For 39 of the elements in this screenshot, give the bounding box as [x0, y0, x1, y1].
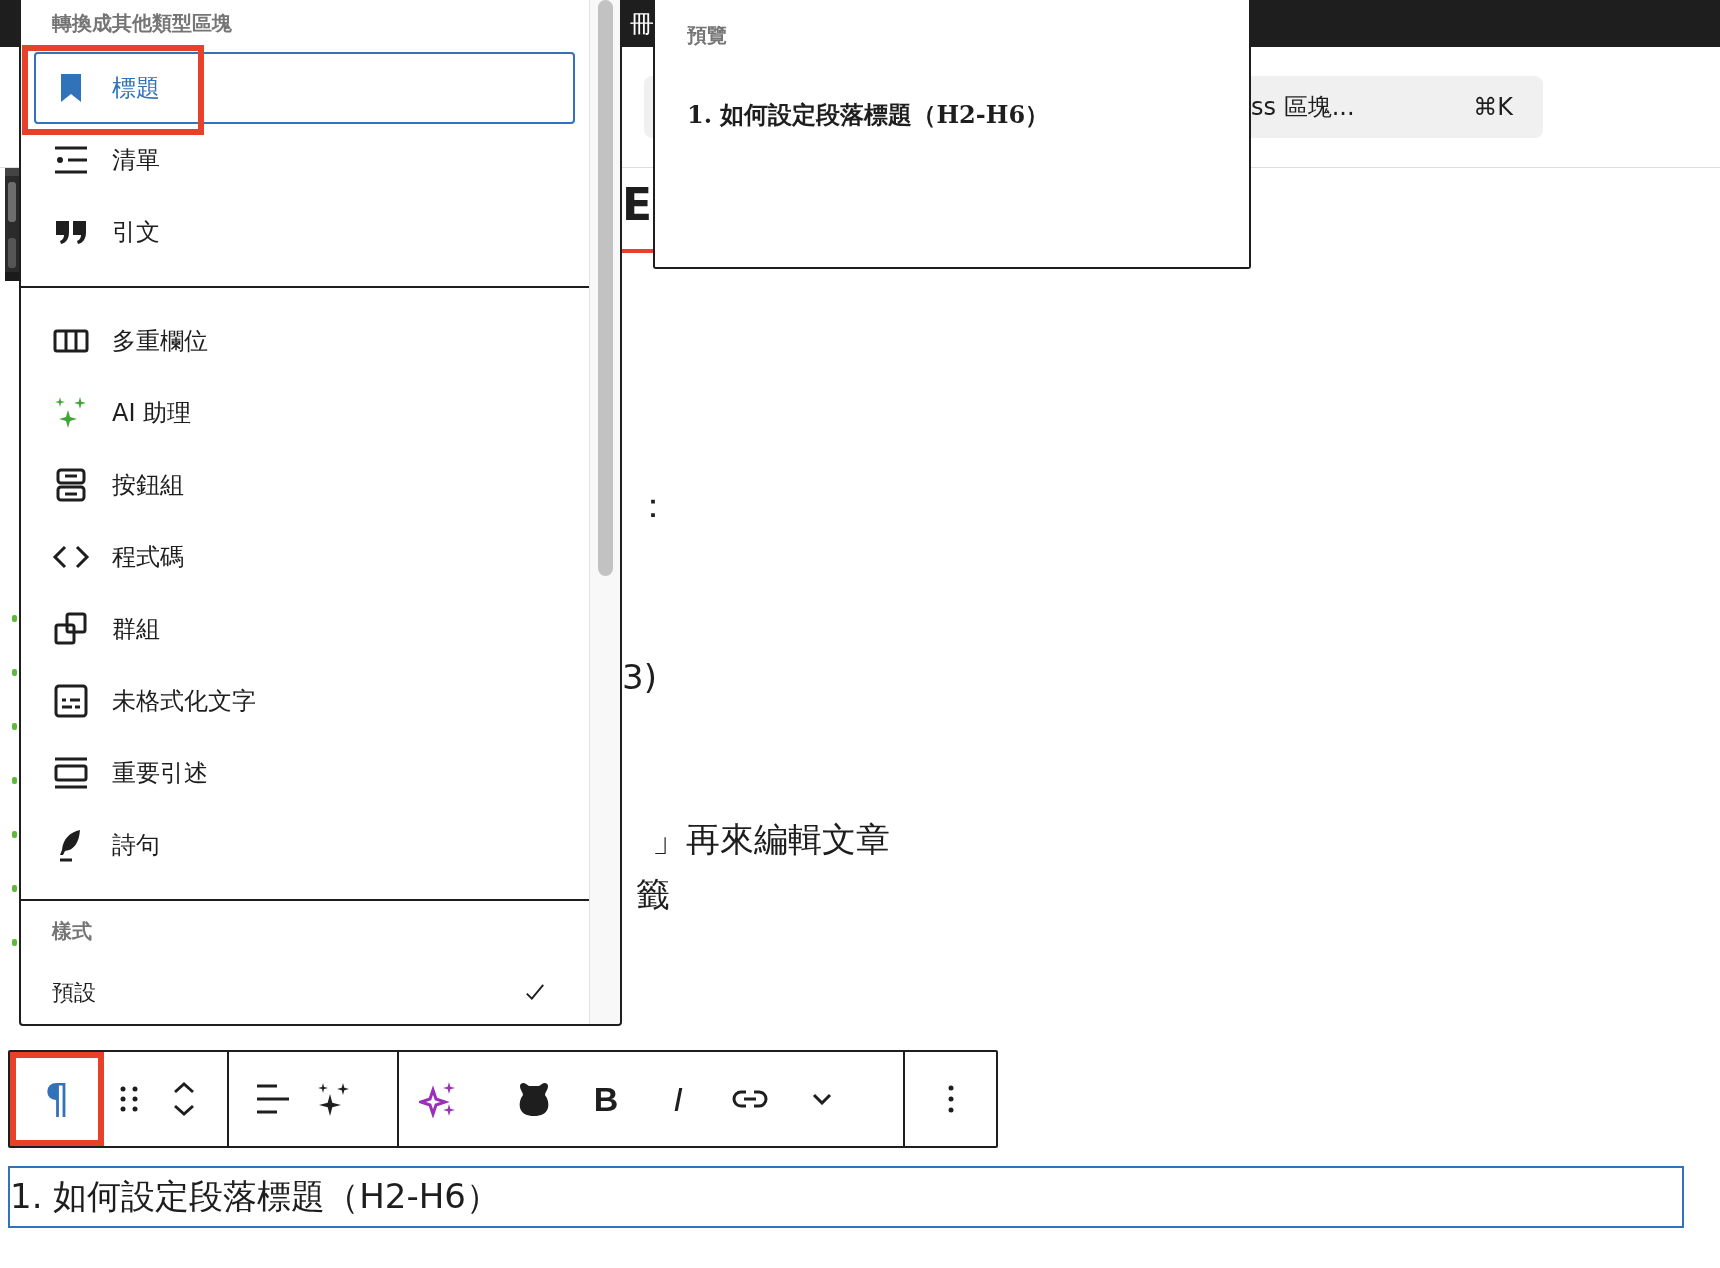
menu-item[interactable]: AI 助理	[34, 377, 576, 450]
menu-item[interactable]: 程式碼	[34, 521, 576, 594]
bullet-icon	[12, 669, 17, 676]
menu-item[interactable]: 標題	[34, 52, 576, 125]
menu-item[interactable]: 清單	[34, 124, 576, 197]
bullet-icon	[12, 831, 17, 838]
paragraph-text: ：	[636, 485, 670, 525]
menu-item[interactable]: 按鈕組	[34, 449, 576, 522]
menu-item[interactable]: 詩句	[34, 809, 576, 882]
scrollbar-thumb[interactable]	[597, 0, 613, 576]
paragraph-text: 」再來編輯文章	[652, 819, 890, 859]
block-type-button[interactable]: ¶	[10, 1052, 104, 1146]
paragraph-text: 籤	[636, 874, 670, 914]
section-heading: 樣式	[50, 918, 93, 946]
bullet-icon	[12, 615, 17, 622]
scrollbar-track[interactable]	[589, 0, 620, 1024]
preformatted-icon	[52, 682, 90, 721]
bullet-icon	[12, 885, 17, 892]
preview-text: 1. 如何設定段落標題（H2-H6）	[687, 99, 1051, 131]
bullet-icon	[12, 777, 17, 784]
post-title: E	[622, 180, 653, 230]
menu-item[interactable]: 重要引述	[34, 737, 576, 810]
bullet-icon	[12, 939, 17, 946]
bullet-icon	[12, 723, 17, 730]
preview-heading: 預覽	[687, 22, 728, 49]
style-option[interactable]: 預設	[52, 978, 96, 1009]
more-options-icon	[947, 1085, 954, 1113]
menu-item[interactable]: 群組	[34, 593, 576, 666]
paragraph-text: 3)	[622, 657, 657, 697]
bold-button[interactable]: B	[573, 1052, 639, 1146]
menu-item[interactable]: 引文	[34, 196, 576, 269]
title-underline	[622, 249, 654, 253]
menu-heading: 轉換成其他類型區塊	[51, 9, 233, 37]
top-bar-text: 冊	[630, 8, 654, 40]
menu-item[interactable]: 多重欄位	[34, 305, 576, 378]
italic-button[interactable]: I	[645, 1052, 711, 1146]
heading-block[interactable]: 1. 如何設定段落標題（H2-H6）	[8, 1166, 1684, 1228]
chevron-down-icon	[812, 1093, 832, 1105]
menu-item[interactable]: 未格式化文字	[34, 665, 576, 738]
